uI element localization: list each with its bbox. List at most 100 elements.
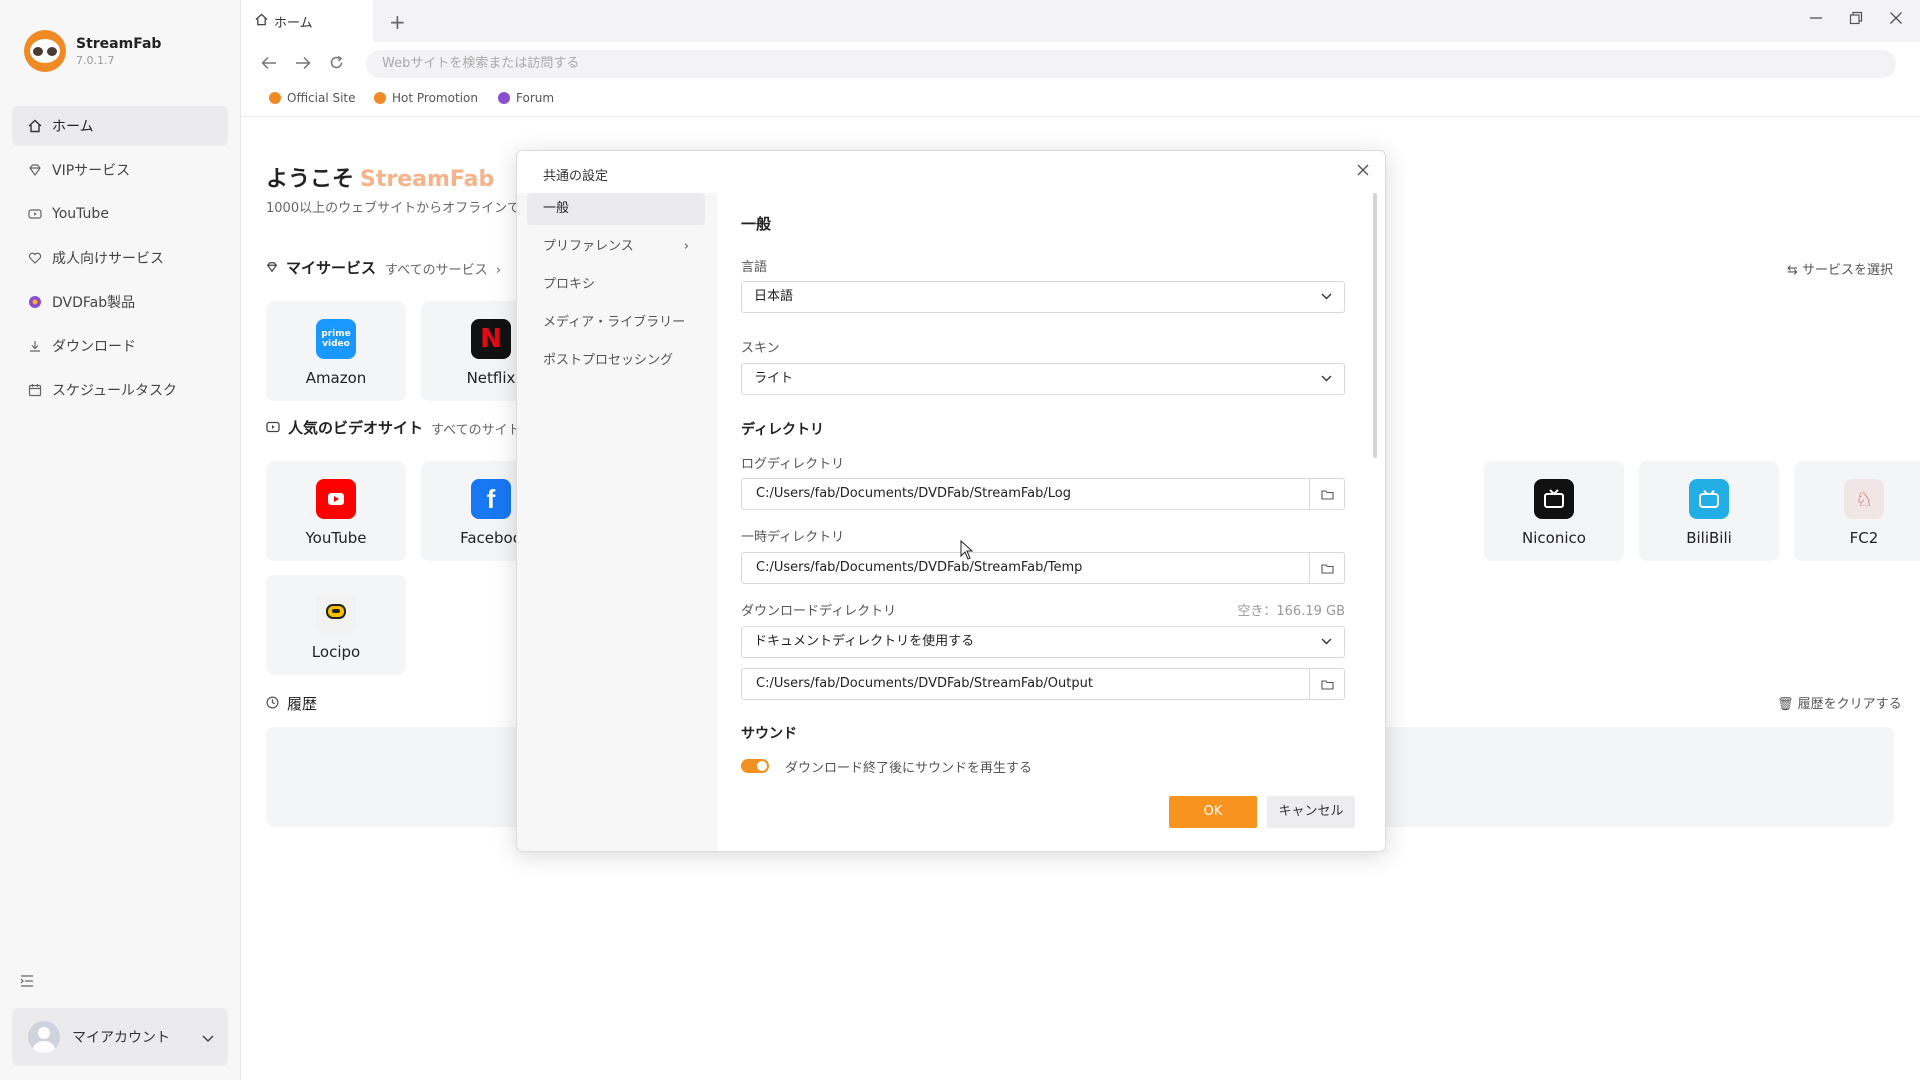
welcome-brand: StreamFab — [360, 167, 495, 192]
tab-label: ホーム — [274, 15, 313, 31]
bookmark-hot-promotion[interactable]: Hot Promotion — [374, 91, 478, 105]
mouse-cursor — [960, 539, 974, 564]
back-icon[interactable] — [261, 54, 277, 75]
address-bar: Webサイトを検索または訪問する — [241, 42, 1920, 86]
path-value: C:/Users/fab/Documents/DVDFab/StreamFab/… — [756, 560, 1083, 575]
sidebar: StreamFab 7.0.1.7 ホーム VIPサービス YouTube 成人… — [0, 0, 241, 1080]
sidebar-item-adult[interactable]: 成人向けサービス — [12, 238, 228, 278]
sidebar-item-download[interactable]: ダウンロード — [12, 326, 228, 366]
section-title: 履歴 — [287, 695, 318, 713]
close-icon[interactable] — [1889, 10, 1903, 29]
sidebar-item-label: YouTube — [52, 206, 109, 222]
close-icon[interactable] — [1357, 161, 1369, 180]
home-icon — [255, 13, 268, 30]
youtube-icon — [316, 479, 356, 519]
settings-nav-proxy[interactable]: プロキシ — [527, 269, 705, 301]
download-dir-mode-select[interactable]: ドキュメントディレクトリを使用する — [741, 626, 1345, 658]
settings-nav-media-library[interactable]: メディア・ライブラリー — [527, 307, 705, 339]
bookmark-forum[interactable]: Forum — [498, 91, 554, 105]
dvdfab-icon — [498, 92, 510, 104]
dvdfab-icon — [26, 293, 44, 311]
collapse-sidebar-icon[interactable] — [20, 972, 34, 991]
dialog-scrollbar[interactable] — [1373, 193, 1377, 458]
chevron-down-icon — [1321, 627, 1332, 657]
settings-nav-post-processing[interactable]: ポストプロセッシング — [527, 345, 705, 377]
bookmark-official-site[interactable]: Official Site — [269, 91, 356, 105]
youtube-icon — [266, 419, 280, 437]
sidebar-item-label: 成人向けサービス — [52, 251, 164, 267]
temp-dir-field[interactable]: C:/Users/fab/Documents/DVDFab/StreamFab/… — [741, 552, 1345, 584]
popular-sites-title: 人気のビデオサイト — [266, 417, 423, 438]
download-dir-label: ダウンロードディレクトリ — [741, 604, 897, 619]
avatar — [28, 1021, 60, 1053]
sidebar-item-vip[interactable]: VIPサービス — [12, 150, 228, 190]
folder-icon[interactable] — [1309, 553, 1344, 583]
select-services-button[interactable]: ⇆ サービスを選択 — [1787, 259, 1893, 278]
card-label: Niconico — [1522, 529, 1586, 547]
dialog-header: 共通の設定 — [517, 151, 1385, 193]
url-input[interactable]: Webサイトを検索または訪問する — [366, 50, 1896, 78]
home-icon — [26, 117, 44, 135]
bookmarks-bar: Official Site Hot Promotion Forum — [241, 86, 1920, 117]
link-label: サービスを選択 — [1802, 263, 1894, 278]
download-dir-field[interactable]: C:/Users/fab/Documents/DVDFab/StreamFab/… — [741, 668, 1345, 700]
forward-icon[interactable] — [295, 54, 311, 75]
sound-toggle[interactable] — [741, 759, 769, 773]
section-title: 人気のビデオサイト — [288, 419, 424, 437]
site-card-youtube[interactable]: YouTube — [266, 461, 406, 561]
page-title: ようこそ StreamFab — [266, 161, 494, 193]
sidebar-item-schedule[interactable]: スケジュールタスク — [12, 370, 228, 410]
chevron-down-icon — [1321, 364, 1332, 394]
all-services-link[interactable]: すべてのサービス › — [385, 259, 501, 278]
app-name: StreamFab — [76, 35, 162, 52]
settings-nav-general[interactable]: 一般 — [527, 193, 705, 225]
minimize-icon[interactable] — [1809, 10, 1823, 29]
sidebar-item-youtube[interactable]: YouTube — [12, 194, 228, 234]
account-button[interactable]: マイアカウント — [12, 1008, 228, 1066]
prime-video-icon: prime video — [316, 319, 356, 359]
settings-body: 一般 言語 日本語 スキン ライト ディレクトリ ログディレクトリ C:/Use… — [741, 193, 1351, 793]
site-card-bilibili[interactable]: BiliBili — [1639, 461, 1779, 561]
card-label: BiliBili — [1686, 529, 1732, 547]
new-tab-button[interactable]: + — [389, 10, 406, 34]
all-sites-link[interactable]: すべてのサイト — [431, 419, 521, 438]
bookmark-label: Hot Promotion — [392, 91, 478, 105]
settings-nav-preferences[interactable]: プリファレンス › — [527, 231, 705, 263]
temp-dir-label: 一時ディレクトリ — [741, 530, 845, 545]
site-card-fc2[interactable]: ♘ FC2 — [1794, 461, 1920, 561]
section-general-title: 一般 — [741, 215, 772, 233]
sidebar-item-home[interactable]: ホーム — [12, 106, 228, 146]
free-space-label: 空き：166.19 GB — [1237, 604, 1345, 619]
site-card-locipo[interactable]: Locipo — [266, 575, 406, 675]
title-bar: ホーム + — [241, 0, 1920, 42]
skin-select[interactable]: ライト — [741, 363, 1345, 395]
cancel-button[interactable]: キャンセル — [1267, 796, 1355, 828]
folder-icon[interactable] — [1309, 669, 1344, 699]
log-dir-field[interactable]: C:/Users/fab/Documents/DVDFab/StreamFab/… — [741, 478, 1345, 510]
section-directory-title: ディレクトリ — [741, 422, 825, 438]
sound-toggle-label: ダウンロード終了後にサウンドを再生する — [785, 761, 1033, 776]
welcome-text: ようこそ — [266, 167, 355, 192]
niconico-icon — [1534, 479, 1574, 519]
diamond-icon — [266, 259, 278, 277]
card-label: FC2 — [1849, 529, 1879, 547]
reload-icon[interactable] — [329, 54, 344, 75]
card-label: Amazon — [305, 369, 367, 387]
site-card-niconico[interactable]: Niconico — [1484, 461, 1624, 561]
sidebar-item-label: スケジュールタスク — [52, 383, 178, 399]
clear-history-button[interactable]: 🗑 履歴をクリアする — [1777, 693, 1902, 712]
history-title: 履歴 — [266, 693, 317, 714]
fc2-icon: ♘ — [1844, 479, 1884, 519]
tab-home[interactable]: ホーム — [241, 0, 373, 42]
service-card-amazon[interactable]: prime video Amazon — [266, 301, 406, 401]
restore-icon[interactable] — [1849, 10, 1863, 29]
skin-label: スキン — [741, 341, 780, 356]
ok-button[interactable]: OK — [1169, 796, 1257, 828]
language-select[interactable]: 日本語 — [741, 281, 1345, 313]
heart-icon — [26, 249, 44, 267]
sidebar-item-dvdfab[interactable]: DVDFab製品 — [12, 282, 228, 322]
locipo-icon — [316, 593, 356, 633]
folder-icon[interactable] — [1309, 479, 1344, 509]
chevron-down-icon — [202, 1028, 214, 1047]
path-value: C:/Users/fab/Documents/DVDFab/StreamFab/… — [756, 676, 1093, 691]
